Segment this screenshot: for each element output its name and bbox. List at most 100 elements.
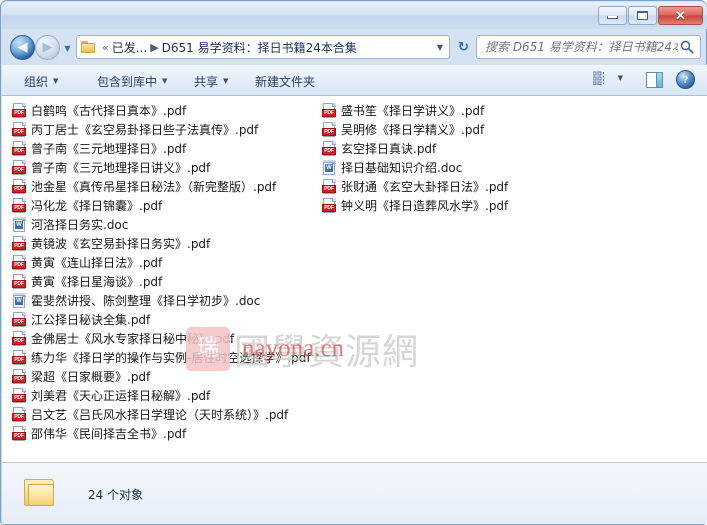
file-name: 邵伟华《民间择吉全书》.pdf [31,427,187,441]
item-count-label: 24 个对象 [88,488,144,502]
file-name: 冯化龙《择日锦囊》.pdf [31,199,163,213]
file-list-item[interactable]: PDF 冯化龙《择日锦囊》.pdf [2,196,312,215]
doc-file-icon: W [12,292,27,309]
file-name: 曾子南《三元地理择日讲义》.pdf [31,161,211,175]
file-list-item[interactable]: PDF 盛书笙《择日学讲义》.pdf [312,101,622,120]
doc-file-icon: W [12,216,27,233]
file-list-item[interactable]: PDF 玄空择日真诀.pdf [312,139,622,158]
pdf-file-icon: PDF [12,197,27,214]
chevron-down-icon: ▼ [162,77,168,85]
file-list-item[interactable]: PDF 钟义明《择日造葬风水学》.pdf [312,196,622,215]
file-list-item[interactable]: PDF 邵伟华《民间择吉全书》.pdf [2,424,312,443]
file-name: 择日基础知识介绍.doc [341,161,463,175]
share-label: 共享 [194,74,219,89]
maximize-button[interactable] [628,6,657,25]
file-name: 金佛居士《风水专家择日秘中秘》.pdf [31,332,235,346]
file-list-item[interactable]: PDF 池金星《真传吊星择日秘法》（新完整版）.pdf [2,177,312,196]
pdf-file-icon: PDF [12,159,27,176]
pdf-file-icon: PDF [12,311,27,328]
file-list-pane[interactable]: PDF 白鹤鸣《古代择日真本》.pdf PDF 丙丁居士《玄空易卦择日些子法真传》.p… [2,96,707,462]
pdf-file-icon: PDF [12,368,27,385]
file-list: PDF 白鹤鸣《古代择日真本》.pdf PDF 丙丁居士《玄空易卦择日些子法真传》.p… [2,101,707,461]
pdf-file-icon: PDF [12,387,27,404]
file-list-item[interactable]: PDF 金佛居士《风水专家择日秘中秘》.pdf [2,329,312,348]
chevron-down-icon: ▼ [64,44,71,53]
forward-arrow-icon: ▶ [42,40,53,55]
window-controls: ✕ [598,6,703,25]
file-list-item[interactable]: PDF 江公择日秘诀全集.pdf [2,310,312,329]
forward-button[interactable]: ▶ [35,35,60,60]
pdf-file-icon: PDF [12,330,27,347]
pdf-file-icon: PDF [12,425,27,442]
recent-pages-dropdown[interactable]: ▼ [62,43,73,54]
search-input[interactable] [483,39,680,55]
breadcrumb-separator-icon[interactable]: ▶ [147,41,161,54]
file-name: 黄镜波《玄空易卦择日务实》.pdf [31,237,211,251]
file-list-item[interactable]: PDF 白鹤鸣《古代择日真本》.pdf [2,101,312,120]
file-name: 曾子南《三元地理择日》.pdf [31,142,187,156]
file-list-item[interactable]: PDF 张财通《玄空大卦择日法》.pdf [312,177,622,196]
close-button[interactable]: ✕ [658,6,703,25]
help-icon: ? [682,73,689,86]
search-box[interactable] [476,35,701,59]
file-name: 钟义明《择日造葬风水学》.pdf [341,199,509,213]
file-list-item[interactable]: PDF 黄寅《连山择日法》.pdf [2,253,312,272]
file-list-item[interactable]: PDF 黄寅《择日星海谈》.pdf [2,272,312,291]
pdf-file-icon: PDF [12,254,27,271]
address-bar[interactable]: « 已发... ▶ D651 易学资料：择日书籍24本合集 ▼ [76,35,450,59]
minimize-button[interactable] [598,6,627,25]
address-dropdown-icon[interactable]: ▼ [437,43,443,52]
file-list-item[interactable]: W 霍斐然讲授、陈剑整理《择日学初步》.doc [2,291,312,310]
pdf-file-icon: PDF [12,235,27,252]
file-list-item[interactable]: W 河洛择日务实.doc [2,215,312,234]
file-name: 吴明修《择日学精义》.pdf [341,123,485,137]
file-list-item[interactable]: PDF 丙丁居士《玄空易卦择日些子法真传》.pdf [2,120,312,139]
file-name: 玄空择日真诀.pdf [341,142,437,156]
folder-icon [24,477,59,509]
file-list-item[interactable]: PDF 梁超《日家概要》.pdf [2,367,312,386]
file-name: 丙丁居士《玄空易卦择日些子法真传》.pdf [31,123,259,137]
search-icon [680,40,694,54]
chevron-down-icon: ▼ [617,74,623,82]
doc-file-icon: W [322,159,337,176]
file-name: 池金星《真传吊星择日秘法》（新完整版）.pdf [31,180,277,194]
show-preview-pane-button[interactable] [646,72,663,88]
navigation-bar: ◀ ▶ ▼ « 已发... ▶ D651 易学资料：择日书籍24本合集 ▼ ↻ [2,29,707,65]
organize-label: 组织 [24,74,49,89]
back-arrow-icon: ◀ [17,40,28,55]
file-list-item[interactable]: W 择日基础知识介绍.doc [312,158,622,177]
share-button[interactable]: 共享 ▼ [194,72,228,90]
pdf-file-icon: PDF [322,178,337,195]
help-button[interactable]: ? [676,70,695,89]
new-folder-button[interactable]: 新建文件夹 [255,72,315,90]
file-list-item[interactable]: PDF 吕文艺《吕氏风水择日学理论（天时系统）》.pdf [2,405,312,424]
file-name: 霍斐然讲授、陈剑整理《择日学初步》.doc [31,294,261,308]
file-list-item[interactable]: PDF 练力华《择日学的操作与实例-居住时空选择学》.pdf [2,348,312,367]
pdf-file-icon: PDF [12,406,27,423]
refresh-icon: ↻ [458,39,469,55]
pdf-file-icon: PDF [12,121,27,138]
file-name: 白鹤鸣《古代择日真本》.pdf [31,104,187,118]
file-name: 河洛择日务实.doc [31,218,129,232]
organize-button[interactable]: 组织 ▼ [24,72,58,90]
breadcrumb-parent[interactable]: 已发... [112,39,147,56]
chevron-down-icon: ▼ [223,77,229,85]
file-name: 刘美君《天心正运择日秘解》.pdf [31,389,211,403]
file-list-item[interactable]: PDF 刘美君《天心正运择日秘解》.pdf [2,386,312,405]
change-view-button[interactable]: ▼ [592,71,623,85]
breadcrumb-overflow[interactable]: « [99,41,112,54]
file-name: 盛书笙《择日学讲义》.pdf [341,104,485,118]
file-list-item[interactable]: PDF 吴明修《择日学精义》.pdf [312,120,622,139]
title-bar: ✕ [2,2,707,29]
back-button[interactable]: ◀ [10,35,35,60]
file-list-item[interactable]: PDF 曾子南《三元地理择日讲义》.pdf [2,158,312,177]
chevron-down-icon: ▼ [53,77,59,85]
breadcrumb-current[interactable]: D651 易学资料：择日书籍24本合集 [162,39,357,56]
refresh-button[interactable]: ↻ [454,38,473,56]
file-list-item[interactable]: PDF 黄镜波《玄空易卦择日务实》.pdf [2,234,312,253]
file-list-item[interactable]: PDF 曾子南《三元地理择日》.pdf [2,139,312,158]
file-name: 练力华《择日学的操作与实例-居住时空选择学》.pdf [31,351,311,365]
pdf-file-icon: PDF [322,121,337,138]
folder-icon [81,40,96,54]
include-in-library-button[interactable]: 包含到库中 ▼ [97,72,167,90]
